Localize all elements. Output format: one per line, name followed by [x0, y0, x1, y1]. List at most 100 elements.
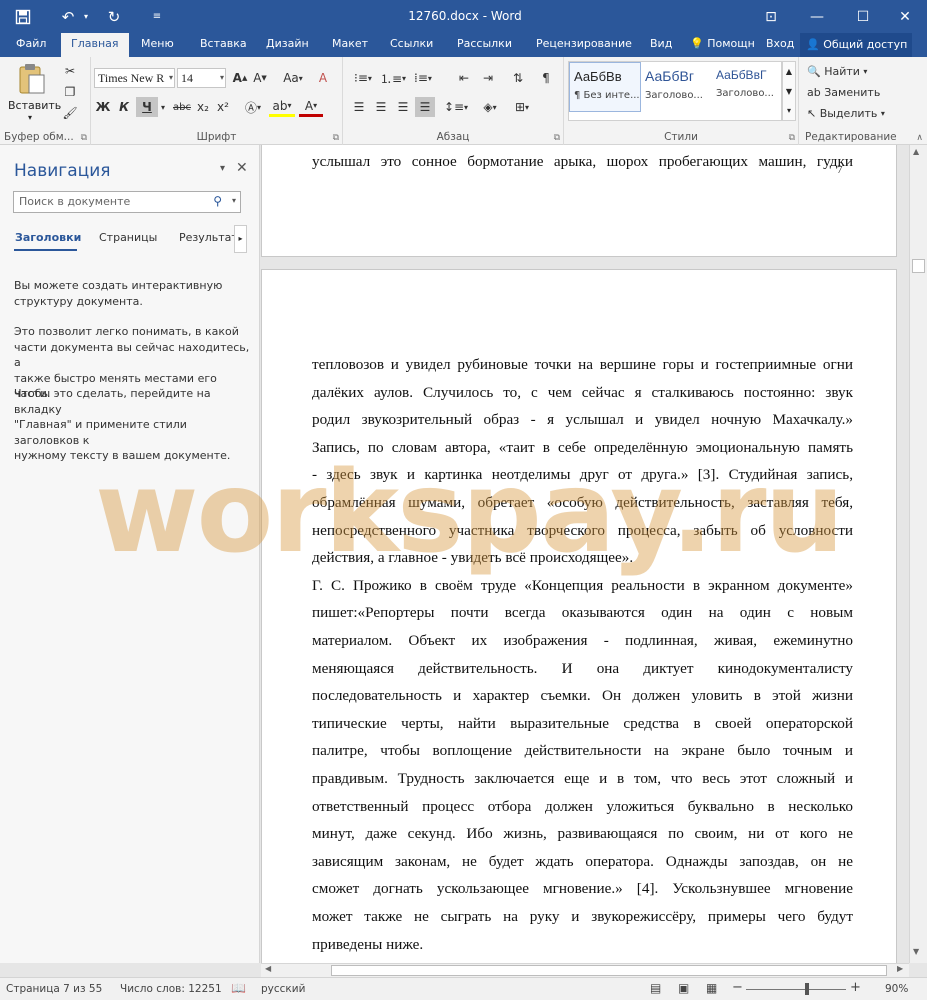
nav-search-input[interactable]: Поиск в документе ⚲ ▾	[13, 191, 241, 213]
doc-line[interactable]: далёких аулов. Случилось то, с чем сейча…	[312, 384, 853, 402]
font-size-combo[interactable]: 14 ▾	[177, 68, 226, 88]
undo-dropdown-icon[interactable]: ▾	[80, 0, 92, 33]
styles-up-icon[interactable]: ▲	[783, 62, 795, 82]
italic-button[interactable]: К	[115, 97, 133, 117]
align-right-icon[interactable]: ☰	[393, 97, 413, 117]
zoom-out-icon[interactable]: −	[732, 980, 743, 995]
doc-line[interactable]: родил звукозрительный образ - я услышал …	[312, 411, 853, 429]
tab-mailings[interactable]: Рассылки	[457, 33, 512, 57]
find-button[interactable]: 🔍 Найти ▾	[807, 61, 867, 81]
style-heading2[interactable]: АаБбВвГ Заголово...	[712, 62, 782, 112]
clipboard-launcher-icon[interactable]: ⧉	[81, 133, 87, 143]
style-heading1[interactable]: АаБбВг Заголово...	[641, 62, 713, 112]
numbering-icon[interactable]: ⒈≡ ▾	[379, 68, 407, 88]
doc-line[interactable]: Запись, по словам автора, «таит в себе о…	[312, 439, 853, 457]
cut-icon[interactable]: ✂	[62, 61, 78, 81]
paragraph-launcher-icon[interactable]: ⧉	[554, 133, 560, 143]
font-name-combo[interactable]: Times New R ▾	[94, 68, 175, 88]
vertical-scrollbar[interactable]: ▲ ▼	[909, 145, 927, 963]
styles-down-icon[interactable]: ▼	[783, 82, 795, 102]
replace-button[interactable]: ab Заменить	[807, 82, 880, 102]
highlight-icon[interactable]: ab ▾	[269, 97, 295, 117]
nav-tab-pages[interactable]: Страницы	[99, 231, 157, 244]
undo-icon[interactable]: ↶	[56, 0, 80, 33]
decrease-indent-icon[interactable]: ⇤	[453, 68, 475, 88]
superscript-button[interactable]: x²	[214, 97, 232, 117]
bullets-icon[interactable]: ⁝≡ ▾	[349, 68, 377, 88]
ribbon-display-icon[interactable]: ⊡	[748, 0, 794, 33]
text-effects-icon[interactable]: Ⓐ ▾	[241, 97, 265, 117]
proofing-icon[interactable]: 📖	[231, 981, 246, 995]
format-painter-icon[interactable]: 🖌	[62, 103, 78, 123]
save-icon[interactable]	[10, 0, 36, 33]
hscroll-thumb[interactable]	[331, 965, 887, 976]
align-center-icon[interactable]: ☰	[371, 97, 391, 117]
subscript-button[interactable]: x₂	[194, 97, 212, 117]
doc-line[interactable]: ответственный процесс отбора должен улож…	[312, 798, 853, 816]
scroll-left-icon[interactable]: ◀	[265, 964, 271, 973]
select-button[interactable]: ↖ Выделить ▾	[807, 103, 885, 123]
doc-top-line[interactable]: услышал это сонное бормотание арыка, шор…	[312, 153, 853, 171]
zoom-slider[interactable]	[746, 989, 846, 990]
search-dropdown-icon[interactable]: ▾	[232, 196, 236, 205]
doc-line[interactable]: может также не сыграть на руку и звукоре…	[312, 908, 853, 926]
tab-view[interactable]: Вид	[650, 33, 672, 57]
nav-close-icon[interactable]: ✕	[236, 160, 248, 176]
paste-button[interactable]: Вставить ▾	[8, 61, 61, 122]
doc-line[interactable]: обрамлённая шумами, обретает «особую дей…	[312, 494, 853, 512]
nav-tab-results[interactable]: Результат	[179, 231, 238, 244]
scroll-thumb[interactable]	[912, 259, 925, 273]
doc-line[interactable]: последовательность и характер съемки. Он…	[312, 687, 853, 705]
doc-line[interactable]: меняющаяся действительность. И она дикту…	[312, 660, 853, 678]
doc-line[interactable]: материалом. Объект их изображения - подл…	[312, 632, 853, 650]
tab-signin[interactable]: Вход	[766, 33, 794, 57]
doc-line[interactable]: правдивым. Трудность заключается еще и в…	[312, 770, 853, 788]
print-layout-icon[interactable]: ▣	[678, 981, 689, 995]
doc-line[interactable]: сможет догнать ускользающее мгновение.» …	[312, 880, 853, 898]
zoom-in-icon[interactable]: +	[850, 980, 861, 995]
font-color-icon[interactable]: A ▾	[299, 97, 323, 117]
change-case-button[interactable]: Aa ▾	[279, 68, 307, 88]
status-zoom[interactable]: 90%	[885, 983, 908, 995]
status-language[interactable]: русский	[261, 983, 305, 995]
scroll-up-icon[interactable]: ▲	[913, 147, 919, 156]
strikethrough-button[interactable]: abc	[171, 97, 193, 117]
line-spacing-icon[interactable]: ↕≡ ▾	[443, 97, 469, 117]
styles-more-icon[interactable]: ▾	[783, 102, 795, 120]
doc-line[interactable]: типические черты, найти выразительные ср…	[312, 715, 853, 733]
doc-line[interactable]: действия, а главное - увидеть всё происх…	[312, 549, 853, 567]
grow-font-icon[interactable]: A ▲	[231, 68, 249, 88]
horizontal-scrollbar[interactable]: ◀ ▶	[261, 963, 909, 977]
tab-review[interactable]: Рецензирование	[536, 33, 632, 57]
share-button[interactable]: 👤 Общий доступ	[800, 33, 912, 57]
doc-line[interactable]: минут, даже секунд. Ибо жизнь, развивающ…	[312, 825, 853, 843]
doc-line[interactable]: палитре, чтобы воплощение действительнос…	[312, 742, 853, 760]
doc-line[interactable]: тепловозов и увидел рубиновые точки на в…	[312, 356, 853, 374]
tab-menu[interactable]: Меню	[141, 33, 174, 57]
tab-insert[interactable]: Вставка	[200, 33, 247, 57]
borders-icon[interactable]: ⊞ ▾	[509, 97, 535, 117]
web-layout-icon[interactable]: ▦	[706, 981, 717, 995]
tab-home[interactable]: Главная	[61, 33, 129, 57]
shading-icon[interactable]: ◈ ▾	[477, 97, 503, 117]
status-words[interactable]: Число слов: 12251	[120, 983, 222, 995]
status-page[interactable]: Страница 7 из 55	[6, 983, 102, 995]
nav-tab-headings[interactable]: Заголовки	[15, 231, 81, 244]
doc-line[interactable]: Г. С. Прожико в своём труде «Концепция р…	[312, 577, 853, 595]
underline-button[interactable]: Ч	[136, 97, 158, 117]
shrink-font-icon[interactable]: A ▼	[251, 68, 269, 88]
font-launcher-icon[interactable]: ⧉	[333, 133, 339, 143]
show-marks-icon[interactable]: ¶	[535, 68, 557, 88]
justify-icon[interactable]: ☰	[415, 97, 435, 117]
tab-help[interactable]: 💡 Помощн	[690, 33, 755, 57]
underline-dropdown-icon[interactable]: ▾	[158, 97, 168, 117]
nav-options-icon[interactable]: ▾	[220, 163, 225, 174]
sort-icon[interactable]: ⇅	[507, 68, 529, 88]
doc-line[interactable]: непосредственного участника творческого …	[312, 522, 853, 540]
doc-line[interactable]: пишет:«Репортеры почти всегда оказываютс…	[312, 604, 853, 622]
tab-design[interactable]: Дизайн	[266, 33, 309, 57]
style-normal[interactable]: АаБбВв ¶ Без инте...	[569, 62, 641, 112]
collapse-ribbon-icon[interactable]: ∧	[916, 133, 923, 143]
doc-line[interactable]: зависящим законам, не будет ждать операт…	[312, 853, 853, 871]
tab-file[interactable]: Файл	[16, 33, 46, 57]
